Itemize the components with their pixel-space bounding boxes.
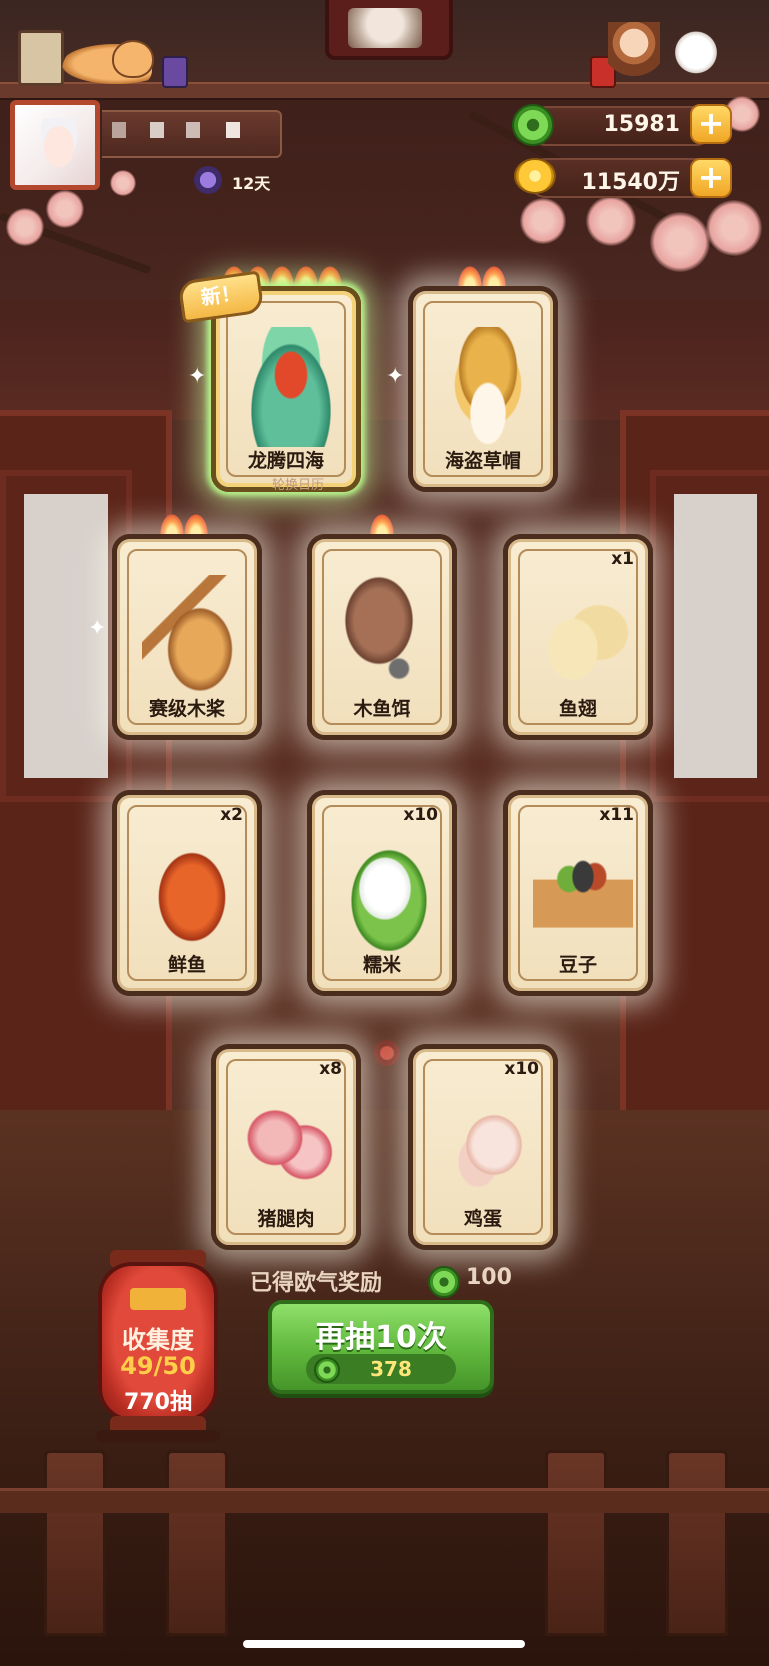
reward-card[interactable]: x10 鸡蛋 [408,1044,558,1250]
beans-box-icon [533,831,633,951]
reward-card[interactable]: 龙腾四海 [211,286,361,492]
blossom-icon [586,196,636,246]
item-quantity: x10 [504,1059,539,1079]
collection-title: 收集度 [122,1326,194,1354]
blossom-icon [110,170,136,196]
wooden-fish-bait-icon [337,575,437,695]
wooden-paddle-icon [142,575,242,695]
card-name: 糯米 [362,954,401,976]
avatar-character-icon [38,118,80,170]
cat-head-icon [112,40,154,78]
card-name: 鸡蛋 [463,1208,502,1230]
draw-cost-value: 378 [370,1357,412,1381]
reward-card[interactable]: x2 鲜鱼 [112,790,262,996]
sparkle-icon: ✦ [188,364,207,389]
straw-hat-icon [438,327,538,447]
shelf-plank [0,82,769,98]
item-quantity: x8 [319,1059,342,1079]
lantern-stand [96,1430,220,1442]
blurred-name [226,122,240,138]
reward-card[interactable]: 木鱼饵 [307,534,457,740]
luck-reward-value: 100 [466,1265,512,1290]
card-name: 木鱼饵 [353,698,411,720]
scroll-decoration-icon [18,30,64,86]
draw-again-button[interactable]: 再抽10次 378 [268,1300,494,1394]
jade-gem-icon [428,1266,460,1298]
white-cat-icon [670,30,722,86]
card-name: 猪腿肉 [257,1208,315,1230]
rotation-calendar-label: 轮换日历 [271,478,324,493]
purple-cup-icon [162,56,188,88]
blossom-icon [650,212,710,272]
wall-band [0,300,769,420]
pork-leg-icon [241,1085,341,1205]
jade-gem-icon [512,104,554,146]
sticky-rice-icon [337,831,437,951]
item-quantity: x10 [403,805,438,825]
reward-card[interactable]: 海盗草帽 [408,286,558,492]
chef-character-icon [608,22,660,82]
card-name: 鱼翅 [558,698,597,720]
dragon-feast-icon [241,327,341,447]
card-name: 龙腾四海 [247,450,324,472]
shark-fin-icon [533,575,633,695]
blossom-icon [520,198,566,244]
card-name: 豆子 [558,954,597,976]
reward-card[interactable]: 赛级木桨 [112,534,262,740]
jade-gem-icon [314,1357,340,1383]
blossom-icon [46,190,84,228]
reward-card[interactable]: x8 猪腿肉 [211,1044,361,1250]
reward-card[interactable]: x11 豆子 [503,790,653,996]
card-name: 赛级木桨 [148,698,225,720]
blossom-icon [6,208,44,246]
railing-post [545,1450,607,1636]
add-coins-button[interactable]: + [690,158,732,198]
draw-again-label: 再抽10次 [315,1320,447,1355]
gem-balance: 15981 [603,112,680,137]
draw-cost: 378 [306,1354,456,1384]
center-knob [374,1040,400,1066]
card-name: 海盗草帽 [444,450,521,472]
add-gems-button[interactable]: + [690,104,732,144]
egg-icon [438,1085,538,1205]
portrait-character-icon [348,8,422,48]
blurred-name [186,122,200,138]
lantern-plate-icon [130,1288,186,1310]
reward-card[interactable]: x1 鱼翅 [503,534,653,740]
home-indicator[interactable] [243,1640,525,1648]
card-name: 鲜鱼 [167,954,206,976]
item-quantity: x2 [220,805,243,825]
railing-post [166,1450,228,1636]
sparkle-icon: ✦ [386,364,405,389]
railing-bar [0,1488,769,1513]
railing-post [44,1450,106,1636]
reward-card[interactable]: x10 糯米 [307,790,457,996]
luck-reward-label: 已得欧气奖励 [250,1271,383,1296]
fresh-fish-icon [142,831,242,951]
login-days: 12天 [232,174,271,193]
collection-progress: 49/50 [120,1352,196,1380]
login-days-icon [194,166,222,194]
item-quantity: x1 [611,549,634,569]
blossom-icon [706,200,762,256]
item-quantity: x11 [599,805,634,825]
sparkle-icon: ✦ [88,616,107,641]
coin-balance: 11540万 [581,170,680,195]
right-window-lattice [650,470,769,802]
blurred-name [150,122,164,138]
total-draws: 770抽 [124,1390,192,1415]
railing-post [666,1450,728,1636]
blurred-name [112,122,126,138]
